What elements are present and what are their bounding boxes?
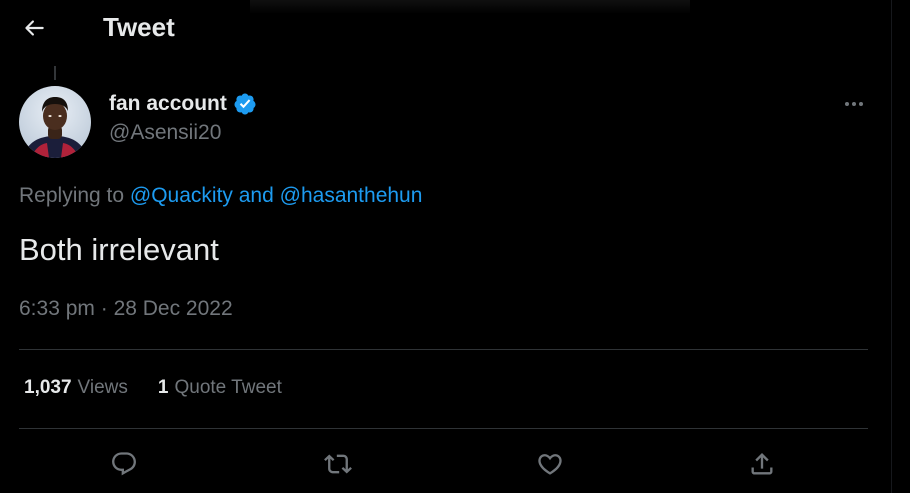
retweet-icon [324,454,352,474]
more-options-button[interactable] [834,86,874,122]
mention-joiner[interactable]: and [233,184,280,207]
back-button[interactable] [14,8,54,48]
tweet-time[interactable]: 6:33 pm [19,297,95,320]
page-title: Tweet [103,12,175,42]
views-count: 1,037 [24,377,72,398]
share-button[interactable] [741,443,783,485]
quote-tweets-label: Quote Tweet [174,377,282,398]
like-button[interactable] [529,443,571,485]
more-horizontal-icon [845,102,863,106]
like-icon [538,454,562,475]
divider [19,349,868,350]
replying-prefix: Replying to [19,184,130,207]
avatar[interactable] [19,86,91,158]
reply-button[interactable] [103,443,145,485]
author-handle[interactable]: @Asensii20 [109,121,221,145]
thread-connector [54,66,56,80]
mention-link[interactable]: @hasanthehun [280,184,423,207]
tweet-text: Both irrelevant [19,232,219,267]
quote-tweets-count: 1 [157,377,169,398]
verified-badge-icon [233,92,257,116]
author-display-name[interactable]: fan account [109,92,227,116]
header: Tweet [0,0,890,54]
avatar-image [19,86,91,158]
retweet-button[interactable] [317,443,359,485]
views-stat: 1,037 Views [24,377,128,399]
meta-separator: · [94,297,114,320]
tweet-stats: 1,037 Views 1 Quote Tweet [24,377,282,399]
reply-icon [112,452,136,476]
views-label: Views [77,377,128,398]
tweet-page: Tweet fan account @Asensii20 Replying to… [0,0,910,493]
tweet-date[interactable]: 28 Dec 2022 [114,297,233,320]
mention-link[interactable]: @Quackity [130,184,233,207]
column-border [891,0,892,493]
author-name-row: fan account [109,90,257,118]
arrow-left-icon [25,20,44,36]
share-icon [751,453,773,475]
divider [19,428,868,429]
quote-tweets-stat[interactable]: 1 Quote Tweet [158,377,282,399]
tweet-timestamp: 6:33 pm · 28 Dec 2022 [19,297,233,321]
replying-to-line: Replying to @Quackity and @hasanthehun [19,184,422,208]
